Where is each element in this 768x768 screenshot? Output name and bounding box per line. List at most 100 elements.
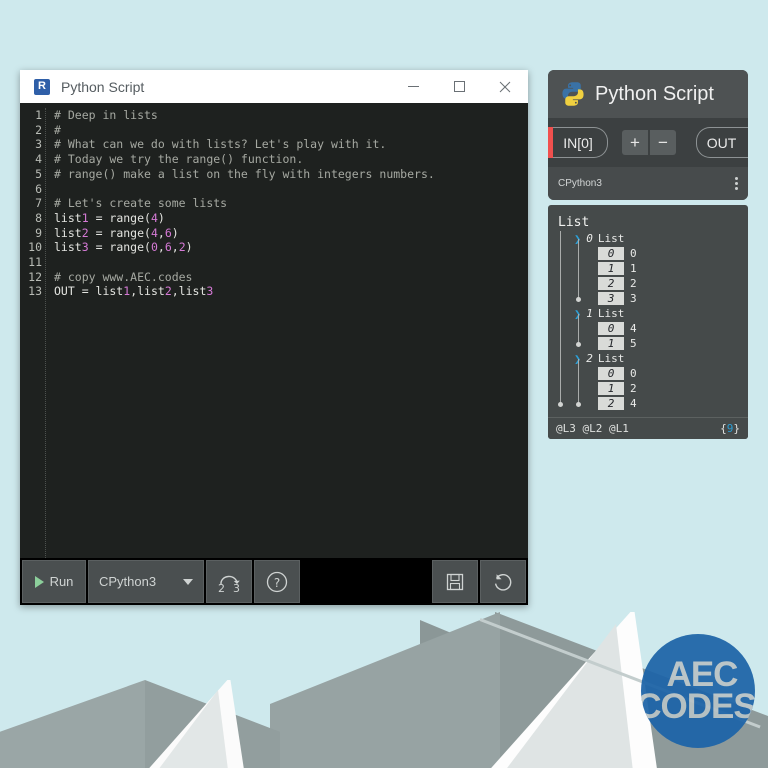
tree-branch-dot <box>576 401 581 407</box>
preview-item-index: 1 <box>598 382 624 395</box>
code-editor[interactable]: 1 2 3 4 5 6 7 8 9 10 11 12 13 # Deep in lists # # What… <box>20 103 528 558</box>
line-number: 10 <box>28 240 42 255</box>
node-body: Python Script IN[0] + − OUT CPython3 <box>548 70 748 200</box>
line-number: 3 <box>35 137 42 152</box>
kebab-menu-icon[interactable] <box>735 177 738 190</box>
preview-item-index: 1 <box>598 337 624 350</box>
editor-toolbar: Run CPython3 2 3 ? <box>20 558 528 605</box>
preview-item-index: 0 <box>598 367 624 380</box>
preview-item: 15 <box>598 336 748 351</box>
input-port-status-marker <box>548 127 553 158</box>
tree-branch-dot <box>576 296 581 302</box>
input-port-in0[interactable]: IN[0] <box>548 127 608 158</box>
line-number: 12 <box>28 269 42 284</box>
code-line: list1 = range(4) <box>54 210 165 225</box>
undo-arrow-icon <box>494 573 512 591</box>
count-brace-close: } <box>733 422 740 435</box>
node-footer: CPython3 <box>548 167 748 200</box>
python-script-node[interactable]: Python Script IN[0] + − OUT CPython3 Lis… <box>548 70 748 439</box>
preview-item-index: 0 <box>598 322 624 335</box>
preview-item: 04 <box>598 321 748 336</box>
preview-item-value: 0 <box>630 367 637 380</box>
input-port-label: IN[0] <box>563 134 593 151</box>
preview-item: 11 <box>598 261 748 276</box>
close-button[interactable] <box>482 70 528 103</box>
line-number: 5 <box>35 166 42 181</box>
code-line: # Deep in lists <box>54 108 158 122</box>
window-titlebar: R Python Script <box>20 70 528 103</box>
line-number: 1 <box>35 108 42 122</box>
svg-text:?: ? <box>274 576 280 590</box>
python-logo <box>562 82 584 106</box>
floppy-disk-icon <box>446 573 464 590</box>
remove-port-button[interactable]: − <box>650 130 676 155</box>
line-number: 7 <box>35 196 42 211</box>
chevron-down-icon <box>183 578 193 585</box>
node-ports: IN[0] + − OUT <box>548 118 748 167</box>
play-icon <box>34 575 44 588</box>
preview-tree[interactable]: List ❯0List00112233❯1List0415❯2List00122… <box>548 205 748 417</box>
output-port-out[interactable]: OUT <box>696 127 748 158</box>
preview-footer: @L3 @L2 @L1 {9} <box>548 417 748 439</box>
preview-group-label: List <box>597 232 625 245</box>
add-port-button[interactable]: + <box>622 130 648 155</box>
toolbar-spacer <box>302 560 430 603</box>
preview-item-value: 2 <box>630 277 637 290</box>
preview-item-value: 2 <box>630 382 637 395</box>
tree-trunk-outer <box>560 231 561 404</box>
preview-item: 24 <box>598 396 748 411</box>
preview-groups: ❯0List00112233❯1List0415❯2List001224 <box>558 231 748 411</box>
engine-value: CPython3 <box>99 574 157 589</box>
preview-count-badge: {9} <box>720 422 740 435</box>
roof-slope-left <box>0 680 145 768</box>
house-gable-left <box>0 680 280 768</box>
line-number: 9 <box>35 225 42 240</box>
tree-terminator-dot <box>558 401 563 407</box>
preview-item-value: 3 <box>630 292 637 305</box>
engine-dropdown[interactable]: CPython3 <box>88 560 204 603</box>
tree-trunk-branch <box>578 358 579 404</box>
preview-group-header[interactable]: ❯1List <box>574 306 748 321</box>
preview-group-header[interactable]: ❯0List <box>574 231 748 246</box>
preview-item-index: 1 <box>598 262 624 275</box>
line-number: 6 <box>35 181 42 196</box>
python-2-to-3-icon: 2 3 <box>218 575 240 594</box>
preview-item-index: 2 <box>598 277 624 290</box>
preview-item: 00 <box>598 246 748 261</box>
roof-slope-left <box>270 612 500 768</box>
preview-group-label: List <box>597 307 625 320</box>
run-button[interactable]: Run <box>22 560 86 603</box>
run-label: Run <box>49 574 74 589</box>
close-icon <box>499 81 511 92</box>
code-line: # <box>54 122 61 137</box>
preview-item: 00 <box>598 366 748 381</box>
code-line: # What can we do with lists? Let's play … <box>54 137 387 152</box>
tree-trunk-branch <box>578 238 579 299</box>
preview-levels-label: @L3 @L2 @L1 <box>556 422 629 435</box>
svg-text:3: 3 <box>233 582 240 594</box>
save-button[interactable] <box>432 560 478 603</box>
preview-item-index: 0 <box>598 247 624 260</box>
migrate-2to3-button[interactable]: 2 3 <box>206 560 252 603</box>
preview-item: 22 <box>598 276 748 291</box>
preview-group-index: 1 <box>586 307 593 320</box>
maximize-icon <box>453 81 465 92</box>
code-line: # Let's create some lists <box>54 196 228 211</box>
code-line: list3 = range(0,6,2) <box>54 240 193 255</box>
code-line: OUT = list1,list2,list3 <box>54 284 214 299</box>
window-title: Python Script <box>61 78 145 95</box>
question-mark-icon: ? <box>266 571 288 592</box>
preview-item-value: 0 <box>630 247 637 260</box>
code-text[interactable]: # Deep in lists # # What can we do with li… <box>46 108 528 558</box>
watermark-line-2: CODES <box>641 687 755 726</box>
preview-group-header[interactable]: ❯2List <box>574 351 748 366</box>
line-number: 13 <box>28 284 42 299</box>
help-button[interactable]: ? <box>254 560 300 603</box>
preview-item-value: 4 <box>630 397 637 410</box>
preview-item-value: 5 <box>630 337 637 350</box>
node-preview-bubble: List ❯0List00112233❯1List0415❯2List00122… <box>548 205 748 439</box>
minimize-button[interactable] <box>390 70 436 103</box>
revert-button[interactable] <box>480 560 526 603</box>
maximize-button[interactable] <box>436 70 482 103</box>
code-line: # range() make a list on the fly with in… <box>54 166 435 181</box>
